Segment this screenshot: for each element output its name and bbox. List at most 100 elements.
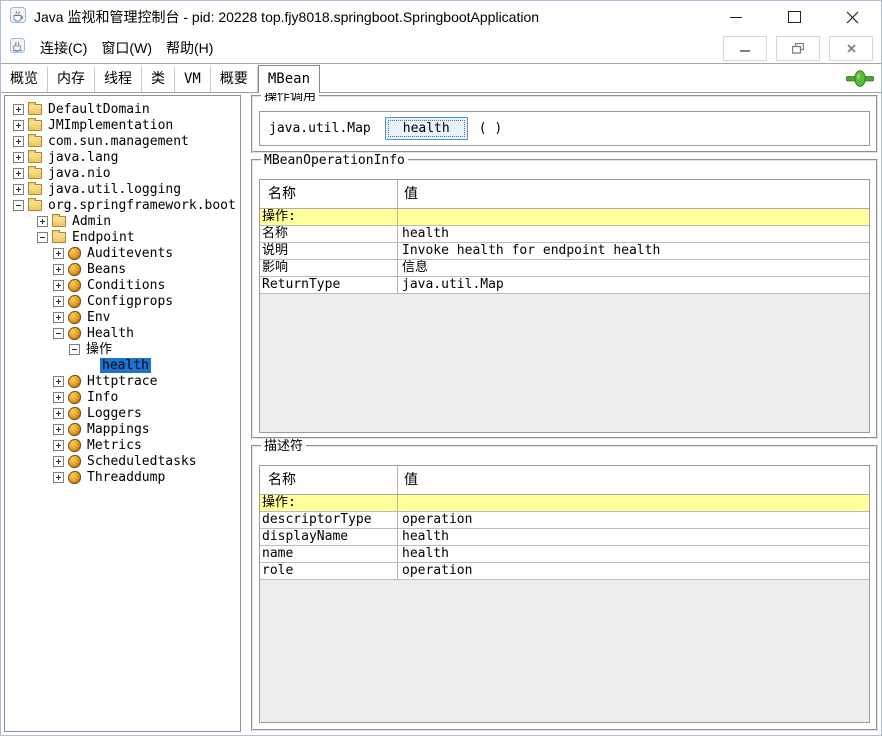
tree-item[interactable]: health <box>5 357 240 373</box>
table-row[interactable]: ReturnType java.util.Map <box>260 277 869 294</box>
tree-item[interactable]: JMImplementation <box>5 117 240 133</box>
table-row[interactable]: role operation <box>260 563 869 580</box>
expand-toggle[interactable] <box>53 280 64 291</box>
tree-item[interactable]: Admin <box>5 213 240 229</box>
expand-toggle[interactable] <box>53 424 64 435</box>
table-row[interactable]: name health <box>260 546 869 563</box>
tab-vm[interactable]: VM <box>175 67 211 92</box>
section-row[interactable]: 操作: <box>260 495 869 512</box>
cell-value: operation <box>398 512 869 528</box>
expand-toggle[interactable] <box>13 184 24 195</box>
tree-item[interactable]: Mappings <box>5 421 240 437</box>
table-row[interactable]: 说明 Invoke health for endpoint health <box>260 243 869 260</box>
tab-threads[interactable]: 线程 <box>95 67 142 92</box>
operation-args: ( ) <box>479 121 502 136</box>
menu-help[interactable]: 帮助(H) <box>159 36 220 60</box>
expand-toggle[interactable] <box>53 392 64 403</box>
folder-icon <box>52 232 66 243</box>
folder-icon <box>28 104 42 115</box>
tree-item[interactable]: Threaddump <box>5 469 240 485</box>
operation-info-group: MBeanOperationInfo 名称 值 操作: 名称 health 说明… <box>251 159 878 439</box>
table-row[interactable]: 影响 信息 <box>260 260 869 277</box>
expand-toggle[interactable] <box>13 104 24 115</box>
tree-item[interactable]: Beans <box>5 261 240 277</box>
table-row[interactable]: displayName health <box>260 529 869 546</box>
tree-item[interactable]: Metrics <box>5 437 240 453</box>
tree-item-label: Loggers <box>85 406 144 421</box>
expand-toggle[interactable] <box>13 200 24 211</box>
mbean-icon <box>68 247 81 260</box>
minimize-icon <box>730 17 742 18</box>
tab-bar: 概览 内存 线程 类 VM 概要 MBean <box>1 64 881 93</box>
expand-toggle[interactable] <box>53 296 64 307</box>
section-value <box>398 495 869 511</box>
mbean-icon <box>68 327 81 340</box>
frame-minimize-button[interactable] <box>723 36 767 61</box>
tab-memory[interactable]: 内存 <box>48 67 95 92</box>
frame-close-button[interactable] <box>829 36 873 61</box>
expand-toggle[interactable] <box>37 232 48 243</box>
tree-item[interactable]: java.lang <box>5 149 240 165</box>
section-row[interactable]: 操作: <box>260 209 869 226</box>
tree-item[interactable]: com.sun.management <box>5 133 240 149</box>
tree-item-label: 操作 <box>84 342 114 357</box>
invoke-health-button[interactable]: health <box>385 117 468 140</box>
tree-item[interactable]: Loggers <box>5 405 240 421</box>
expand-toggle[interactable] <box>53 376 64 387</box>
menu-connection[interactable]: 连接(C) <box>33 36 94 60</box>
expand-toggle[interactable] <box>53 456 64 467</box>
tree-item[interactable]: Auditevents <box>5 245 240 261</box>
expand-toggle[interactable] <box>13 168 24 179</box>
tree-item-label: Auditevents <box>85 246 175 261</box>
folder-icon <box>28 152 42 163</box>
tree-item[interactable]: java.nio <box>5 165 240 181</box>
expand-toggle[interactable] <box>53 328 64 339</box>
tree-item[interactable]: DefaultDomain <box>5 101 240 117</box>
tree-item[interactable]: Endpoint <box>5 229 240 245</box>
cell-name: 名称 <box>260 226 398 242</box>
tree-item[interactable]: Health <box>5 325 240 341</box>
menu-window[interactable]: 窗口(W) <box>94 36 159 60</box>
expand-toggle[interactable] <box>69 344 80 355</box>
expand-toggle[interactable] <box>37 216 48 227</box>
close-button[interactable] <box>823 1 881 33</box>
table-row[interactable]: descriptorType operation <box>260 512 869 529</box>
table-row[interactable]: 名称 health <box>260 226 869 243</box>
cell-value: Invoke health for endpoint health <box>398 243 869 259</box>
expand-toggle[interactable] <box>53 312 64 323</box>
tree-item[interactable]: Scheduledtasks <box>5 453 240 469</box>
expand-toggle[interactable] <box>13 152 24 163</box>
cell-value: health <box>398 546 869 562</box>
maximize-button[interactable] <box>765 1 823 33</box>
expand-toggle[interactable] <box>13 136 24 147</box>
tab-overview[interactable]: 概览 <box>1 67 48 92</box>
expand-toggle[interactable] <box>53 408 64 419</box>
mbean-detail-panel: 操作调用 java.util.Map health ( ) MBeanOpera… <box>251 95 878 731</box>
operation-info-title: MBeanOperationInfo <box>261 153 408 168</box>
tab-mbean[interactable]: MBean <box>258 65 320 93</box>
cell-name: displayName <box>260 529 398 545</box>
expand-toggle[interactable] <box>53 264 64 275</box>
tree-item-label: java.lang <box>46 150 120 165</box>
operation-invoke-group: 操作调用 java.util.Map health ( ) <box>251 95 878 153</box>
mbean-icon <box>68 423 81 436</box>
tree-item[interactable]: Env <box>5 309 240 325</box>
tree-item[interactable]: org.springframework.boot <box>5 197 240 213</box>
tree-item[interactable]: java.util.logging <box>5 181 240 197</box>
tree-item[interactable]: Httptrace <box>5 373 240 389</box>
operation-info-table: 名称 值 操作: 名称 health 说明 Invoke health for … <box>259 179 870 433</box>
tab-classes[interactable]: 类 <box>142 67 175 92</box>
expand-toggle[interactable] <box>53 440 64 451</box>
tree-item[interactable]: 操作 <box>5 341 240 357</box>
frame-java-cup-icon <box>10 38 25 58</box>
tree-item[interactable]: Info <box>5 389 240 405</box>
tree-item[interactable]: Conditions <box>5 277 240 293</box>
tree-item-label: com.sun.management <box>46 134 191 149</box>
expand-toggle[interactable] <box>53 248 64 259</box>
expand-toggle[interactable] <box>13 120 24 131</box>
tree-item[interactable]: Configprops <box>5 293 240 309</box>
expand-toggle[interactable] <box>53 472 64 483</box>
tab-summary[interactable]: 概要 <box>211 67 258 92</box>
frame-restore-button[interactable] <box>776 36 820 61</box>
minimize-button[interactable] <box>707 1 765 33</box>
